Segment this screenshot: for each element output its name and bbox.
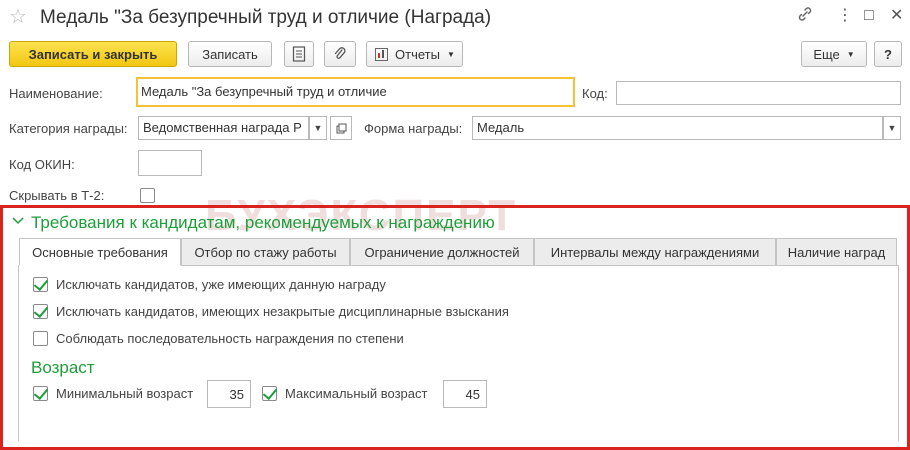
tab-existing-awards[interactable]: Наличие наград xyxy=(776,238,897,266)
min-age-checkbox[interactable] xyxy=(33,386,48,401)
exclude-disciplinary-label: Исключать кандидатов, имеющих незакрытые… xyxy=(56,304,509,319)
maximize-icon[interactable]: □ xyxy=(864,6,874,26)
category-dropdown-button[interactable]: ▼ xyxy=(309,116,327,140)
more-actions-button[interactable]: Еще ▼ xyxy=(801,41,867,67)
save-and-close-button[interactable]: Записать и закрыть xyxy=(9,41,177,67)
code-label: Код: xyxy=(582,86,608,101)
requirements-section-title[interactable]: Требования к кандидатам, рекомендуемых к… xyxy=(31,213,495,233)
more-options-icon[interactable]: ⋮ xyxy=(837,6,853,26)
category-label: Категория награды: xyxy=(9,121,128,136)
hide-t2-checkbox[interactable] xyxy=(140,188,155,203)
okin-label: Код ОКИН: xyxy=(9,157,75,172)
name-input[interactable]: Медаль "За безупречный труд и отличие xyxy=(136,77,575,107)
chevron-down-icon: ▼ xyxy=(846,49,855,59)
reports-label: Отчеты xyxy=(395,46,440,62)
max-age-input[interactable]: 45 xyxy=(443,380,487,408)
award-form-dropdown-button[interactable]: ▼ xyxy=(883,116,901,140)
hide-t2-label: Скрывать в Т-2: xyxy=(9,188,105,203)
tab-main-requirements[interactable]: Основные требования xyxy=(19,238,181,266)
min-age-input[interactable]: 35 xyxy=(207,380,251,408)
more-actions-label: Еще xyxy=(813,46,840,62)
min-age-label: Минимальный возраст xyxy=(56,386,194,401)
name-label: Наименование: xyxy=(9,86,103,101)
tab-award-intervals[interactable]: Интервалы между награждениями xyxy=(534,238,776,266)
paperclip-icon xyxy=(334,47,346,59)
help-button[interactable]: ? xyxy=(874,41,902,67)
close-icon[interactable]: ✕ xyxy=(890,6,903,26)
degree-sequence-label: Соблюдать последовательность награждения… xyxy=(56,331,404,346)
reports-icon xyxy=(375,47,388,61)
max-age-checkbox[interactable] xyxy=(262,386,277,401)
window-title: Медаль "За безупречный труд и отличие (Н… xyxy=(40,7,492,28)
code-input[interactable] xyxy=(616,81,901,105)
document-list-button[interactable] xyxy=(284,41,314,67)
open-window-icon xyxy=(336,123,346,133)
award-form-input[interactable]: Медаль xyxy=(472,116,883,140)
chevron-down-icon: ▼ xyxy=(446,49,455,59)
exclude-existing-award-label: Исключать кандидатов, уже имеющих данную… xyxy=(56,277,386,292)
favorite-star-icon[interactable]: ☆ xyxy=(9,5,27,29)
exclude-existing-award-checkbox[interactable] xyxy=(33,277,48,292)
chevron-down-icon: ▼ xyxy=(887,123,897,133)
category-input[interactable]: Ведомственная награда Р xyxy=(138,116,309,140)
reports-menu-button[interactable]: Отчеты ▼ xyxy=(366,41,463,67)
document-list-icon xyxy=(292,46,306,62)
category-open-button[interactable] xyxy=(330,116,352,140)
award-form-label: Форма награды: xyxy=(364,121,463,136)
degree-sequence-checkbox[interactable] xyxy=(33,331,48,346)
chevron-down-icon: ▼ xyxy=(313,123,323,133)
link-icon[interactable] xyxy=(797,6,813,28)
collapse-chevron-icon[interactable] xyxy=(12,215,24,229)
save-button[interactable]: Записать xyxy=(188,41,272,67)
okin-input[interactable] xyxy=(138,150,202,176)
tab-seniority-filter[interactable]: Отбор по стажу работы xyxy=(181,238,350,266)
attach-file-button[interactable] xyxy=(324,41,356,67)
tab-position-limits[interactable]: Ограничение должностей xyxy=(350,238,534,266)
exclude-disciplinary-checkbox[interactable] xyxy=(33,304,48,319)
max-age-label: Максимальный возраст xyxy=(285,386,428,401)
age-section-title: Возраст xyxy=(31,358,95,377)
